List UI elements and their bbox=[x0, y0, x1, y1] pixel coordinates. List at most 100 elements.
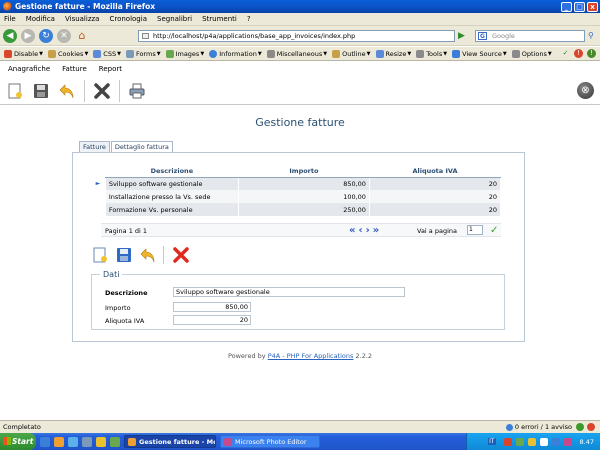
tray-icon[interactable] bbox=[539, 437, 548, 446]
descrizione-field[interactable]: Sviluppo software gestionale bbox=[173, 287, 405, 297]
previous-page-icon[interactable]: ‹ bbox=[358, 224, 362, 238]
app-menu-report[interactable]: Report bbox=[99, 65, 122, 73]
last-page-icon[interactable]: » bbox=[373, 224, 379, 238]
p4a-link[interactable]: P4A - PHP For Applications bbox=[268, 352, 354, 360]
column-importo[interactable]: Importo bbox=[238, 165, 370, 178]
google-icon[interactable]: G bbox=[478, 32, 487, 40]
cell-aliquota[interactable]: 20 bbox=[369, 203, 502, 216]
search-icon[interactable]: ⚲ bbox=[588, 31, 594, 40]
quicklaunch-ie-icon[interactable] bbox=[68, 436, 78, 447]
devbar-forms[interactable]: Forms ▼ bbox=[125, 49, 161, 58]
table-row[interactable]: Formazione Vs. personale 250,00 20 bbox=[91, 203, 502, 216]
goto-page-confirm-icon[interactable]: ✓ bbox=[490, 224, 498, 237]
column-aliquota[interactable]: Aliquota IVA bbox=[369, 165, 501, 178]
exit-icon[interactable]: ⊗ bbox=[577, 82, 594, 99]
importo-field[interactable]: 850,00 bbox=[173, 302, 251, 312]
quicklaunch-firefox-icon[interactable] bbox=[54, 436, 64, 447]
tab-panel: Descrizione Importo Aliquota IVA ► Svilu… bbox=[72, 152, 525, 342]
minimize-button[interactable]: _ bbox=[561, 1, 572, 12]
menu-help[interactable]: ? bbox=[247, 15, 251, 23]
cell-aliquota[interactable]: 20 bbox=[369, 190, 502, 203]
error-status-icon[interactable]: ! bbox=[574, 49, 583, 58]
cell-descrizione[interactable]: Formazione Vs. personale bbox=[105, 203, 239, 216]
quicklaunch-other-icon[interactable] bbox=[110, 436, 120, 447]
devbar-outline[interactable]: Outline ▼ bbox=[332, 49, 371, 58]
delete-icon[interactable] bbox=[93, 82, 111, 100]
devbar-tools[interactable]: Tools ▼ bbox=[416, 49, 447, 58]
warning-status-icon[interactable]: ! bbox=[587, 49, 596, 58]
address-bar[interactable]: http://localhost/p4a/applications/base_a… bbox=[138, 30, 455, 42]
devbar-images[interactable]: Images ▼ bbox=[165, 49, 204, 58]
check-status-icon[interactable]: ✓ bbox=[561, 49, 570, 58]
cell-aliquota[interactable]: 20 bbox=[369, 177, 502, 190]
tab-fatture[interactable]: Fatture bbox=[79, 141, 110, 152]
aliquota-field[interactable]: 20 bbox=[173, 315, 251, 325]
cell-importo[interactable]: 250,00 bbox=[238, 203, 370, 216]
go-arrow-icon[interactable]: ▶ bbox=[458, 31, 468, 41]
devbar-resize[interactable]: Resize ▼ bbox=[375, 49, 411, 58]
new-document-icon[interactable] bbox=[6, 82, 24, 100]
tray-icon[interactable] bbox=[527, 437, 536, 446]
error-console-indicator[interactable]: 0 errori / 1 avviso bbox=[505, 421, 572, 433]
devbar-options[interactable]: Options ▼ bbox=[511, 49, 552, 58]
tab-dettaglio-fattura[interactable]: Dettaglio fattura bbox=[110, 141, 173, 152]
cell-importo[interactable]: 100,00 bbox=[238, 190, 370, 203]
cell-importo[interactable]: 850,00 bbox=[238, 177, 370, 190]
undo-row-icon[interactable] bbox=[139, 246, 157, 264]
devbar-miscellaneous[interactable]: Miscellaneous ▼ bbox=[266, 49, 327, 58]
menu-file[interactable]: File bbox=[4, 15, 16, 23]
status-ok-icon[interactable] bbox=[576, 423, 584, 431]
first-page-icon[interactable]: « bbox=[349, 224, 355, 238]
menu-strumenti[interactable]: Strumenti bbox=[202, 15, 237, 23]
maximize-button[interactable]: □ bbox=[574, 1, 585, 12]
app-menu-anagrafiche[interactable]: Anagrafiche bbox=[8, 65, 50, 73]
home-icon[interactable]: ⌂ bbox=[75, 29, 89, 43]
stop-icon[interactable]: ✕ bbox=[57, 28, 71, 43]
outline-icon bbox=[332, 49, 341, 58]
tray-clock[interactable]: 8.47 bbox=[580, 438, 594, 446]
table-row[interactable]: ► Sviluppo software gestionale 850,00 20 bbox=[91, 177, 502, 190]
tray-icon[interactable] bbox=[503, 437, 512, 446]
menu-segnalibri[interactable]: Segnalibri bbox=[157, 15, 192, 23]
devbar-information[interactable]: Information ▼ bbox=[209, 49, 262, 58]
taskbar-photo-editor-button[interactable]: Microsoft Photo Editor bbox=[220, 435, 320, 448]
tray-icon[interactable] bbox=[515, 437, 524, 446]
tray-icon[interactable] bbox=[563, 437, 572, 446]
toolbar-separator bbox=[119, 79, 120, 102]
status-error-icon[interactable] bbox=[587, 423, 595, 431]
column-descrizione[interactable]: Descrizione bbox=[105, 165, 239, 178]
quicklaunch-folder-icon[interactable] bbox=[96, 436, 106, 447]
cell-descrizione[interactable]: Sviluppo software gestionale bbox=[105, 177, 239, 190]
quicklaunch-desktop-icon[interactable] bbox=[40, 436, 50, 447]
print-icon[interactable] bbox=[128, 82, 146, 100]
menu-modifica[interactable]: Modifica bbox=[26, 15, 55, 23]
save-row-icon[interactable] bbox=[115, 246, 133, 264]
search-input[interactable]: G Google bbox=[475, 30, 585, 42]
devbar-cookies[interactable]: Cookies ▼ bbox=[47, 49, 88, 58]
table-row[interactable]: Installazione presso la Vs. sede 100,00 … bbox=[91, 190, 502, 203]
devbar-css[interactable]: CSS ▼ bbox=[93, 49, 121, 58]
language-indicator[interactable]: IT bbox=[488, 438, 496, 445]
menu-visualizza[interactable]: Visualizza bbox=[65, 15, 99, 23]
close-button[interactable]: x bbox=[587, 1, 598, 12]
menu-cronologia[interactable]: Cronologia bbox=[109, 15, 147, 23]
taskbar-firefox-button[interactable]: Gestione fatture - Mo... bbox=[124, 435, 216, 448]
window-title: Gestione fatture - Mozilla Firefox bbox=[15, 2, 156, 11]
goto-page-input[interactable]: 1 bbox=[467, 225, 483, 235]
reload-icon[interactable]: ↻ bbox=[39, 28, 53, 43]
devbar-view-source[interactable]: View Source ▼ bbox=[452, 49, 507, 58]
devbar-disable[interactable]: Disable ▼ bbox=[4, 49, 43, 58]
tray-icon[interactable] bbox=[551, 437, 560, 446]
cell-descrizione[interactable]: Installazione presso la Vs. sede bbox=[105, 190, 239, 203]
start-button[interactable]: Start bbox=[0, 433, 36, 450]
next-page-icon[interactable]: › bbox=[366, 224, 370, 238]
delete-row-icon[interactable] bbox=[172, 246, 190, 264]
forward-arrow-icon[interactable]: ▶ bbox=[21, 28, 35, 43]
back-arrow-icon[interactable]: ◀ bbox=[3, 28, 17, 43]
save-icon[interactable] bbox=[32, 82, 50, 100]
undo-icon[interactable] bbox=[58, 82, 76, 100]
dati-fieldset: Dati Descrizione Sviluppo software gesti… bbox=[91, 270, 505, 330]
new-row-icon[interactable] bbox=[91, 246, 109, 264]
quicklaunch-app-icon[interactable] bbox=[82, 436, 92, 447]
app-menu-fatture[interactable]: Fatture bbox=[62, 65, 87, 73]
